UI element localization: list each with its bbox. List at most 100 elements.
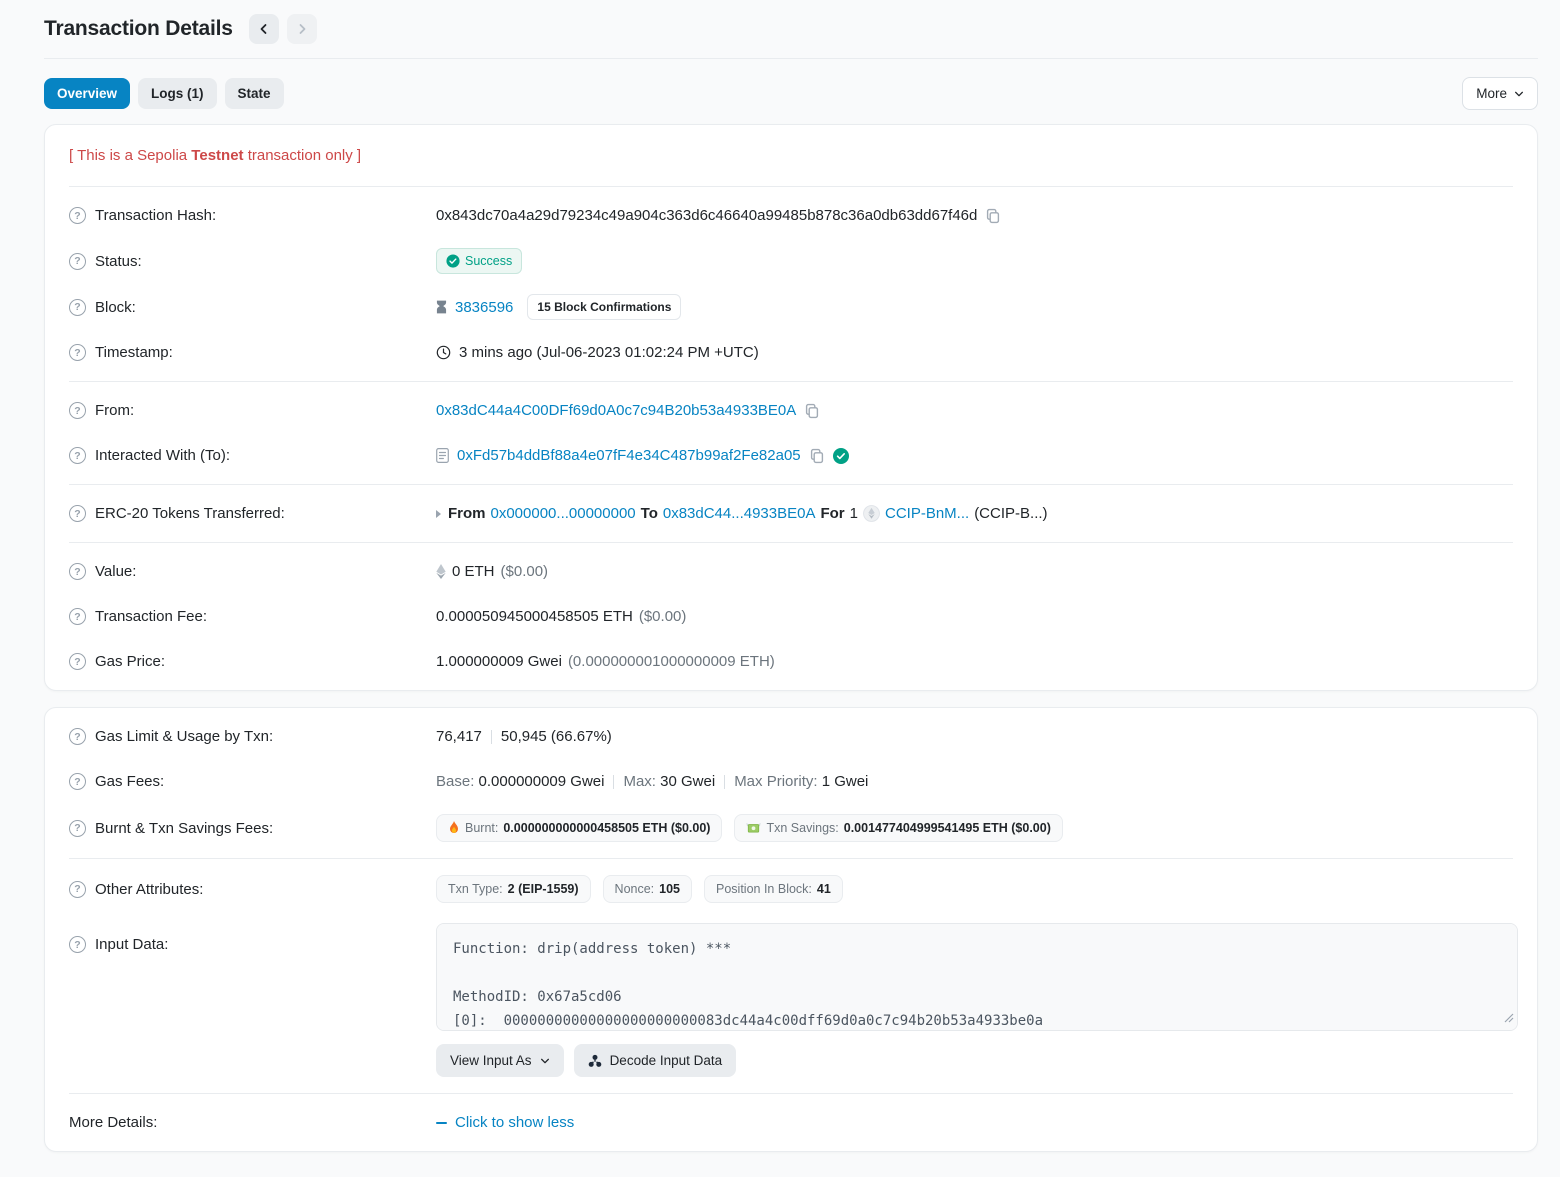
block-number-link[interactable]: 3836596 [455, 299, 513, 316]
transaction-hash-label: Transaction Hash: [95, 207, 216, 224]
details-card: Gas Limit & Usage by Txn: 76,417 50,945 … [44, 707, 1538, 1152]
value-label-group: Value: [69, 563, 436, 580]
row-status: Status: Success [69, 238, 1513, 284]
section-attributes-input: Other Attributes: Txn Type: 2 (EIP-1559)… [69, 859, 1513, 1094]
interacted-with-address-link[interactable]: 0xFd57b4ddBf88a4e07fF4e34C487b99af2Fe82a… [457, 447, 801, 464]
txn-savings-value: 0.001477404999541495 ETH ($0.00) [844, 821, 1051, 835]
more-dropdown-button[interactable]: More [1462, 77, 1538, 110]
erc20-transfer-item: From 0x000000...00000000 To 0x83dC44...4… [436, 505, 1048, 522]
decode-icon [588, 1054, 602, 1068]
nonce-value: 105 [659, 882, 680, 896]
tab-overview[interactable]: Overview [44, 78, 130, 109]
erc20-amount: 1 [850, 505, 858, 522]
view-input-as-button[interactable]: View Input As [436, 1044, 564, 1077]
help-icon[interactable] [69, 881, 86, 898]
copy-icon[interactable] [985, 208, 1001, 224]
help-icon[interactable] [69, 402, 86, 419]
caret-right-icon[interactable] [436, 510, 441, 518]
tab-state[interactable]: State [225, 78, 284, 109]
status-value-group: Success [436, 248, 522, 274]
help-icon[interactable] [69, 207, 86, 224]
gas-fees-value-group: Base: 0.000000009 Gwei Max: 30 Gwei Max … [436, 773, 868, 790]
chevron-right-icon [296, 23, 308, 35]
interacted-with-value-group: 0xFd57b4ddBf88a4e07fF4e34C487b99af2Fe82a… [436, 447, 849, 464]
more-details-label-group: More Details: [69, 1114, 436, 1131]
page-title: Transaction Details [44, 17, 233, 41]
help-icon[interactable] [69, 505, 86, 522]
from-value-group: 0x83dC44a4C00DFf69d0A0c7c94B20b53a4933BE… [436, 402, 820, 419]
txn-type-value: 2 (EIP-1559) [508, 882, 579, 896]
position-in-block-label: Position In Block: [716, 882, 812, 896]
help-icon[interactable] [69, 299, 86, 316]
page: Transaction Details Overview Logs (1) St… [0, 0, 1560, 1152]
help-icon[interactable] [69, 608, 86, 625]
testnet-warning-suffix: transaction only ] [244, 147, 362, 164]
help-icon[interactable] [69, 653, 86, 670]
help-icon[interactable] [69, 563, 86, 580]
row-from: From: 0x83dC44a4C00DFf69d0A0c7c94B20b53a… [69, 388, 1513, 433]
copy-icon[interactable] [804, 403, 820, 419]
from-address-link[interactable]: 0x83dC44a4C00DFf69d0A0c7c94B20b53a4933BE… [436, 402, 796, 419]
resize-handle[interactable] [1504, 1010, 1514, 1027]
tabs: Overview Logs (1) State [44, 78, 284, 109]
transaction-hash-label-group: Transaction Hash: [69, 207, 436, 224]
position-in-block-value: 41 [817, 882, 831, 896]
view-input-as-label: View Input As [450, 1053, 532, 1068]
chevron-down-icon [540, 1056, 550, 1066]
token-icon [863, 505, 880, 522]
erc20-from-address-link[interactable]: 0x000000...00000000 [491, 505, 636, 522]
toolbar: Overview Logs (1) State More [44, 77, 1538, 110]
help-icon[interactable] [69, 253, 86, 270]
row-value: Value: 0 ETH ($0.00) [69, 549, 1513, 594]
other-attributes-label: Other Attributes: [95, 881, 203, 898]
nonce-label: Nonce: [615, 882, 655, 896]
row-gas-price: Gas Price: 1.000000009 Gwei (0.000000001… [69, 639, 1513, 684]
row-erc20-transfers: ERC-20 Tokens Transferred: From 0x000000… [69, 491, 1513, 536]
decode-input-data-button[interactable]: Decode Input Data [574, 1044, 737, 1077]
section-from-to: From: 0x83dC44a4C00DFf69d0A0c7c94B20b53a… [69, 382, 1513, 485]
input-data-label: Input Data: [95, 936, 168, 953]
show-less-link[interactable]: Click to show less [436, 1114, 574, 1131]
burnt-label: Burnt: [465, 821, 498, 835]
burnt-savings-value-group: Burnt: 0.000000000000458505 ETH ($0.00) … [436, 814, 1063, 842]
help-icon[interactable] [69, 936, 86, 953]
help-icon[interactable] [69, 344, 86, 361]
status-badge: Success [436, 248, 522, 274]
section-hash-status: Transaction Hash: 0x843dc70a4a29d79234c4… [69, 187, 1513, 382]
help-icon[interactable] [69, 728, 86, 745]
testnet-warning: [ This is a Sepolia Testnet transaction … [69, 125, 1513, 187]
erc20-to-address-link[interactable]: 0x83dC44...4933BE0A [663, 505, 816, 522]
input-data-textarea[interactable]: Function: drip(address token) *** Method… [436, 923, 1518, 1031]
gas-price-eth: (0.000000001000000009 ETH) [568, 653, 775, 670]
status-label: Status: [95, 253, 142, 270]
gas-price-value-group: 1.000000009 Gwei (0.000000001000000009 E… [436, 653, 775, 670]
row-burnt-savings: Burnt & Txn Savings Fees: Burnt: 0.00000… [69, 804, 1513, 852]
help-icon[interactable] [69, 773, 86, 790]
row-timestamp: Timestamp: 3 mins ago (Jul-06-2023 01:02… [69, 330, 1513, 375]
minus-icon [436, 1122, 447, 1124]
next-transaction-button[interactable] [287, 14, 317, 44]
gas-limit-value: 76,417 [436, 728, 482, 745]
gas-fees-priority-label: Max Priority: [734, 773, 817, 790]
position-in-block-badge: Position In Block: 41 [704, 875, 843, 903]
copy-icon[interactable] [809, 448, 825, 464]
tab-logs[interactable]: Logs (1) [138, 78, 217, 109]
gas-fees-base-label: Base: [436, 773, 474, 790]
txn-savings-badge: Txn Savings: 0.001477404999541495 ETH ($… [734, 814, 1062, 842]
help-icon[interactable] [69, 447, 86, 464]
input-data-value-group: Function: drip(address token) *** Method… [436, 923, 1518, 1077]
gas-fees-max-value: 30 Gwei [660, 773, 715, 790]
prev-transaction-button[interactable] [249, 14, 279, 44]
gas-limit-value-group: 76,417 50,945 (66.67%) [436, 728, 612, 745]
token-name-link[interactable]: CCIP-BnM... [885, 505, 969, 522]
transaction-fee-label: Transaction Fee: [95, 608, 207, 625]
burnt-savings-label-group: Burnt & Txn Savings Fees: [69, 820, 436, 837]
fire-icon [448, 821, 460, 835]
txn-type-badge: Txn Type: 2 (EIP-1559) [436, 875, 591, 903]
transaction-hash-value-group: 0x843dc70a4a29d79234c49a904c363d6c46640a… [436, 207, 1001, 224]
row-input-data: Input Data: Function: drip(address token… [69, 913, 1513, 1087]
gas-fees-base-value: 0.000000009 Gwei [479, 773, 605, 790]
help-icon[interactable] [69, 820, 86, 837]
decode-input-data-label: Decode Input Data [610, 1053, 723, 1068]
block-label-group: Block: [69, 299, 436, 316]
